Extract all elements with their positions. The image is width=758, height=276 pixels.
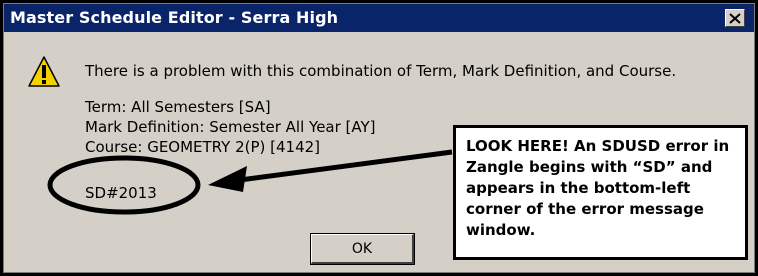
close-icon	[729, 12, 741, 24]
error-code: SD#2013	[85, 184, 157, 202]
title-bar[interactable]: Master Schedule Editor - Serra High	[4, 4, 754, 32]
course-line: Course: GEOMETRY 2(P) [4142]	[85, 138, 321, 156]
annotation-callout: LOOK HERE! An SDUSD error in Zangle begi…	[453, 125, 748, 260]
close-button[interactable]	[725, 9, 745, 27]
term-line: Term: All Semesters [SA]	[85, 98, 271, 116]
mark-definition-line: Mark Definition: Semester All Year [AY]	[85, 118, 376, 136]
warning-icon	[28, 56, 60, 87]
problem-message: There is a problem with this combination…	[85, 62, 677, 80]
window-title: Master Schedule Editor - Serra High	[10, 8, 339, 27]
ok-button[interactable]: OK	[310, 233, 415, 265]
